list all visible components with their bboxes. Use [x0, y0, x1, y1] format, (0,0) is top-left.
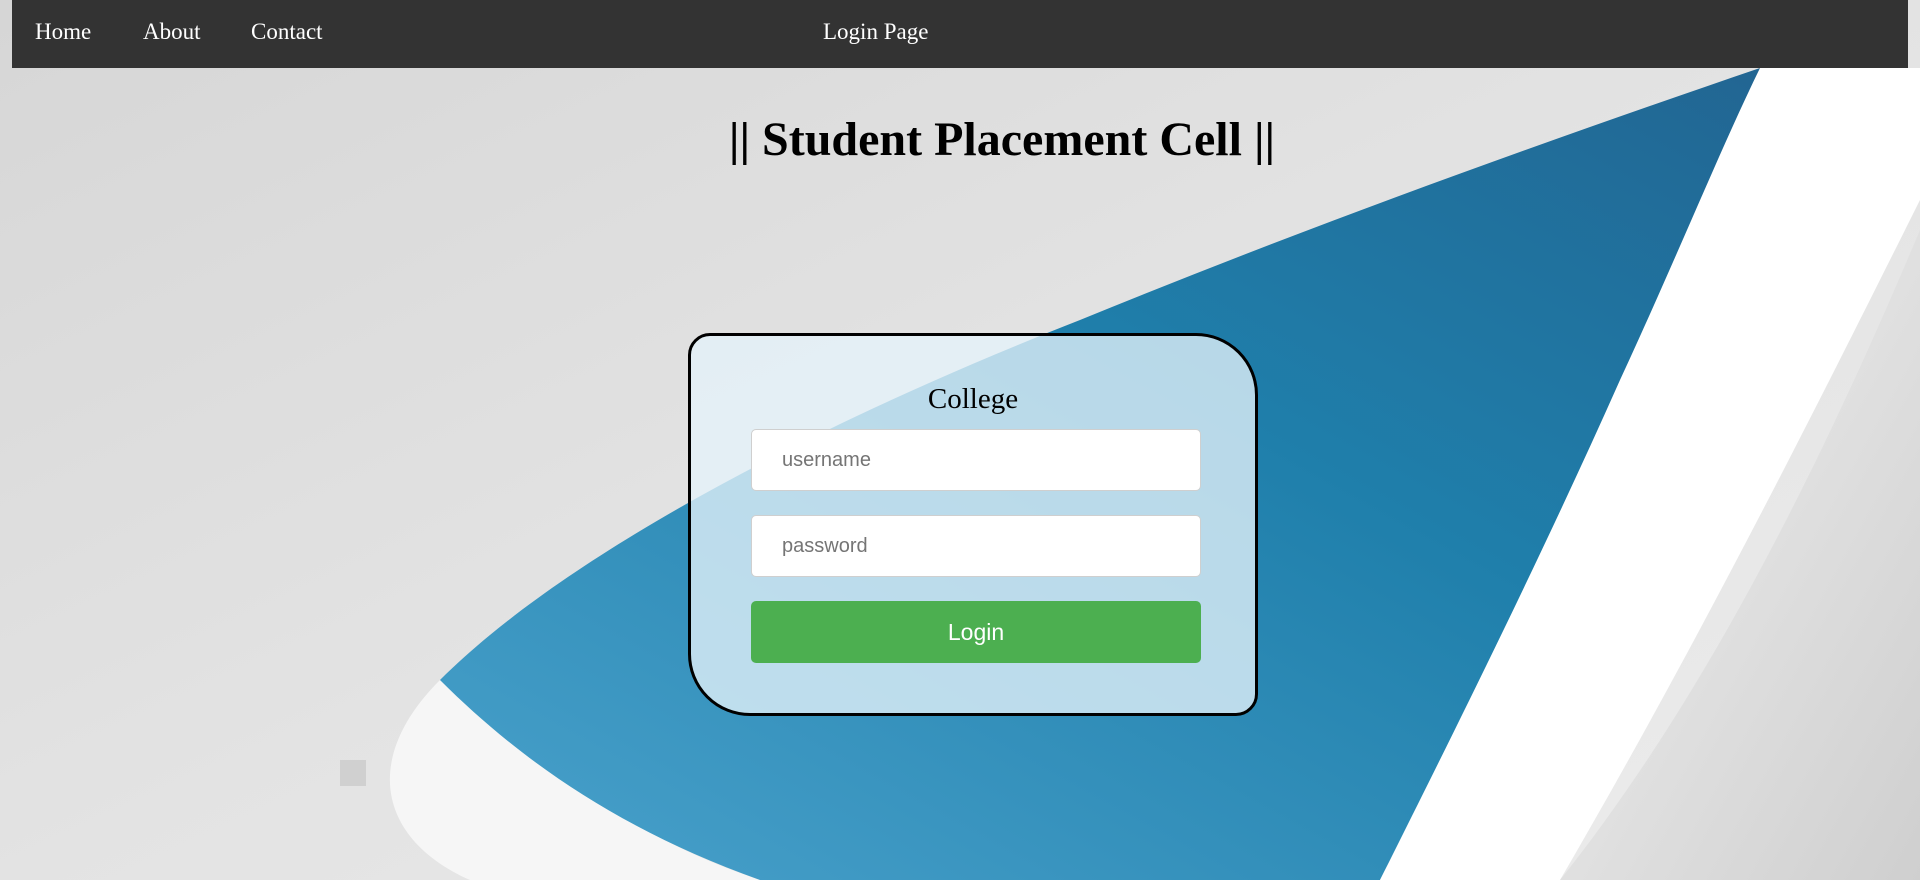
page-heading-text: || Student Placement Cell || [728, 113, 1276, 166]
nav-contact-link[interactable]: Contact [251, 19, 323, 45]
page-heading: || Student Placement Cell || [0, 112, 1920, 167]
nav-about-link[interactable]: About [143, 19, 201, 45]
password-input[interactable] [751, 515, 1201, 577]
login-button[interactable]: Login [751, 601, 1201, 663]
nav-page-title: Login Page [823, 19, 929, 44]
username-input[interactable] [751, 429, 1201, 491]
login-card: College Login [688, 333, 1258, 716]
nav-home-link[interactable]: Home [35, 19, 91, 45]
login-card-title: College [927, 383, 1019, 415]
top-navbar: Home About Contact Login Page [12, 0, 1908, 68]
